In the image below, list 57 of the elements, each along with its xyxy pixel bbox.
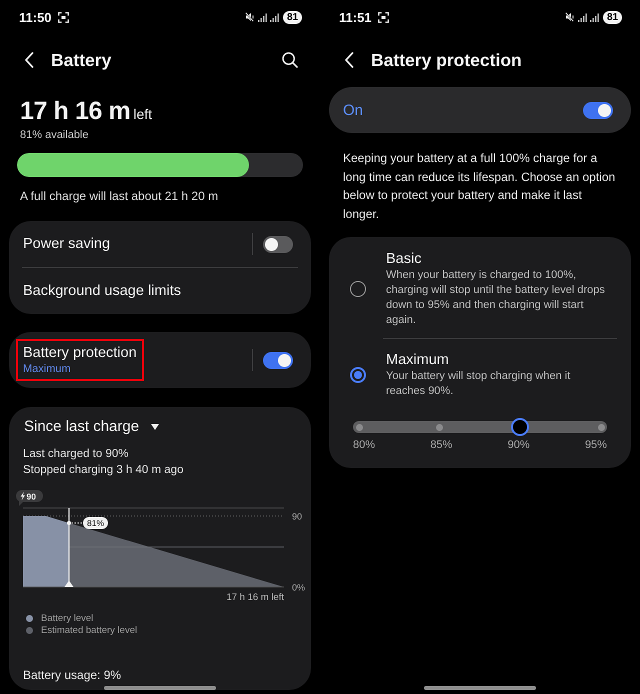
- last-charged-text: Last charged to 90%: [23, 447, 130, 462]
- option-title[interactable]: Basic: [386, 250, 422, 268]
- setting-label[interactable]: Power saving: [23, 235, 110, 253]
- limit-slider-track[interactable]: [353, 418, 607, 436]
- slider-stop-label: 95%: [584, 438, 607, 452]
- signal-icon: [578, 12, 587, 22]
- protection-description: Keeping your battery at a full 100% charge for a long time can reduce its lifespan. Choose an option below to protect your battery and make it last longer.: [343, 150, 616, 222]
- legend-label: Estimated battery level: [41, 624, 138, 636]
- switch-label: On: [343, 102, 364, 118]
- slider-stop-label: 80%: [353, 438, 376, 452]
- toggle-switch[interactable]: [263, 352, 293, 368]
- option-description: When your battery is charged to 100%, charging will stop until the battery level drops down to 95% and then charging will start again.: [386, 268, 606, 328]
- slider-stop-label: 85%: [430, 438, 452, 452]
- back-icon[interactable]: [344, 52, 354, 68]
- signal-icon: [590, 12, 599, 22]
- option-title[interactable]: Maximum: [386, 351, 449, 369]
- leader-line: [71, 522, 84, 524]
- radio-button[interactable]: [350, 367, 366, 383]
- time-left-caption: 17 h 16 m left: [226, 592, 284, 602]
- battery-indicator: 81: [283, 10, 302, 24]
- time-left-value: 17 h 16 m: [20, 96, 130, 127]
- stopped-charging-text: Stopped charging 3 h 40 m ago: [23, 463, 184, 478]
- battery-indicator: 81: [603, 10, 622, 24]
- charge-limit-value: 90: [26, 491, 36, 502]
- available-percent: 81% available: [20, 128, 88, 142]
- option-description: Your battery will stop charging when it reaches 90%.: [386, 369, 572, 399]
- screen-capture-icon: [58, 12, 69, 22]
- radio-button[interactable]: [350, 281, 366, 297]
- screen-title: Battery protection: [371, 50, 522, 70]
- setting-label[interactable]: Background usage limits: [23, 282, 181, 300]
- setting-value: Maximum: [23, 362, 71, 376]
- slider-stop-label: 90%: [508, 438, 530, 452]
- period-dropdown[interactable]: Since last charge: [24, 418, 160, 436]
- signal-icon: [270, 12, 279, 22]
- screen-capture-icon: [378, 12, 389, 22]
- setting-label[interactable]: Battery protection: [23, 344, 137, 362]
- lightning-bolt-icon: [20, 492, 25, 500]
- screen-title: Battery: [51, 50, 112, 70]
- battery-usage-total: Battery usage: 9%: [23, 668, 122, 683]
- signal-icon: [258, 12, 267, 22]
- status-time: 11:51: [339, 10, 372, 24]
- axis-label: 90: [292, 512, 302, 522]
- legend-label: Battery level: [41, 612, 94, 624]
- search-icon[interactable]: [282, 52, 298, 68]
- axis-label: 0%: [292, 582, 306, 592]
- mute-icon: [245, 12, 255, 22]
- slider-thumb[interactable]: [511, 418, 530, 436]
- toggle-switch[interactable]: [583, 102, 613, 118]
- caret-icon: [151, 424, 160, 430]
- full-charge-estimate: A full charge will last about 21 h 20 m: [20, 189, 218, 203]
- mute-icon: [565, 12, 575, 22]
- toggle-switch[interactable]: [263, 236, 293, 252]
- battery-level-area: [23, 516, 69, 587]
- time-left-label: left: [133, 106, 152, 122]
- back-icon[interactable]: [24, 52, 34, 68]
- status-time: 11:50: [19, 10, 52, 24]
- current-level-callout: 81%: [83, 517, 108, 529]
